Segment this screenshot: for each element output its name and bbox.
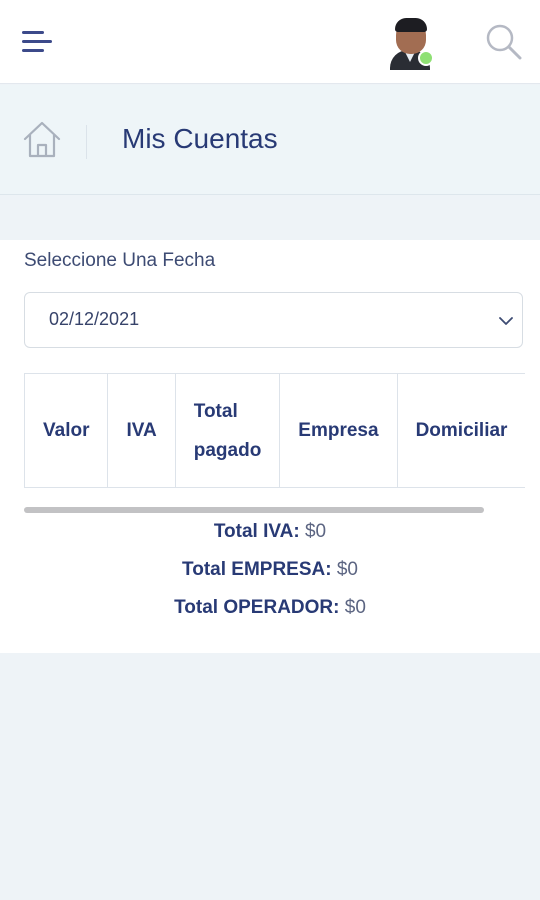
chevron-down-icon [499,317,513,325]
total-empresa-label: Total EMPRESA: [182,559,332,580]
menu-icon[interactable] [20,28,56,58]
page-header: Mis Cuentas [0,85,540,195]
total-operador-line: Total OPERADOR: $0 [0,596,540,634]
accounts-table-container: Valor IVA Total pagado Empresa Domicilia… [24,373,525,489]
top-app-bar [0,0,540,84]
home-icon[interactable] [22,119,62,159]
avatar[interactable] [388,16,436,70]
column-header-domiciliario[interactable]: Domiciliar [396,373,525,488]
date-select[interactable]: 02/12/2021 [24,292,523,348]
page-title: Mis Cuentas [122,123,278,154]
column-header-empresa[interactable]: Empresa [279,373,398,488]
date-select-value: 02/12/2021 [49,309,140,329]
total-operador-label: Total OPERADOR: [174,597,340,618]
column-header-valor[interactable]: Valor [24,373,109,488]
accounts-table: Valor IVA Total pagado Empresa Domicilia… [24,373,525,488]
horizontal-scrollbar[interactable] [24,507,484,513]
totals-summary: Total IVA: $0 Total EMPRESA: $0 Total OP… [0,520,540,634]
search-icon[interactable] [484,22,524,62]
online-status-indicator [418,50,434,66]
column-header-total-pagado[interactable]: Total pagado [174,373,281,488]
total-iva-label: Total IVA: [213,521,300,542]
table-header-row: Valor IVA Total pagado Empresa Domicilia… [24,373,525,488]
total-operador-value: $0 [344,597,366,618]
total-iva-value: $0 [304,521,327,542]
accounts-panel: Seleccione Una Fecha 02/12/2021 Valor IV… [0,240,540,653]
column-header-iva[interactable]: IVA [107,373,176,488]
total-iva-line: Total IVA: $0 [0,520,540,558]
header-divider [86,125,87,159]
total-empresa-value: $0 [336,559,358,580]
total-empresa-line: Total EMPRESA: $0 [0,558,540,596]
date-label: Seleccione Una Fecha [24,250,216,271]
